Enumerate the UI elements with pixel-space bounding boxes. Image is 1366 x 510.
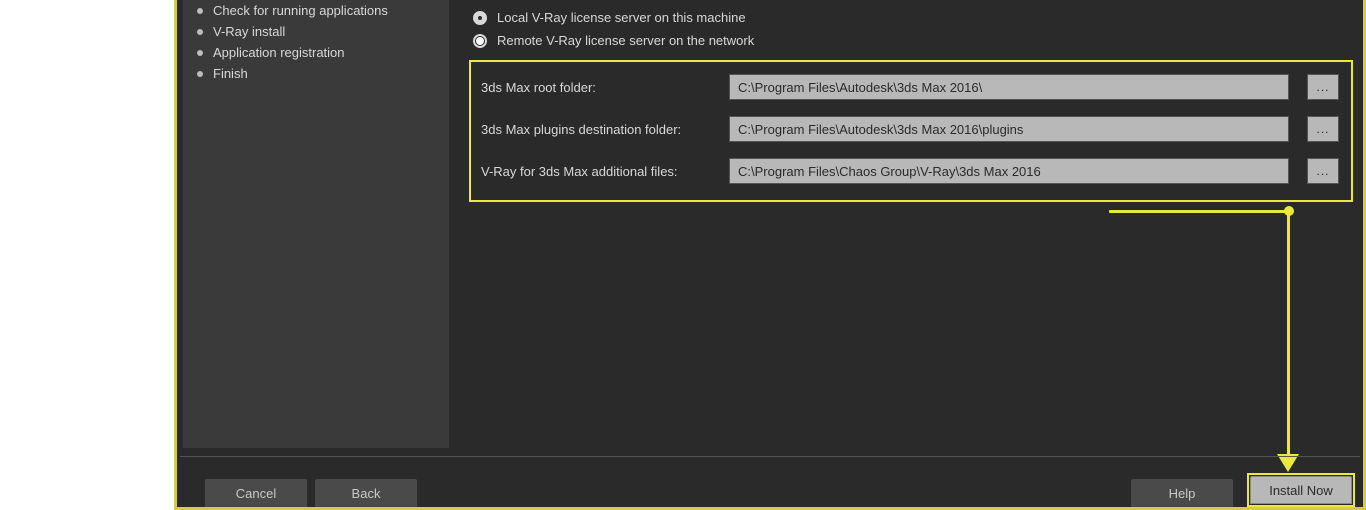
sidebar-item-finish: Finish: [183, 63, 449, 84]
sidebar-item-label: Finish: [213, 66, 248, 81]
footer-bar: Cancel Back Help Install Now: [177, 457, 1363, 507]
install-now-button[interactable]: Install Now: [1250, 476, 1352, 504]
browse-root-button[interactable]: ...: [1307, 74, 1339, 100]
sidebar-item-label: Check for running applications: [213, 3, 388, 18]
bullet-icon: [197, 71, 203, 77]
sidebar-item-label: V-Ray install: [213, 24, 285, 39]
install-highlight-box: Install Now: [1247, 473, 1355, 507]
radio-label: Remote V-Ray license server on the netwo…: [497, 33, 754, 48]
browse-plugins-button[interactable]: ...: [1307, 116, 1339, 142]
installer-window: Check for running applications V-Ray ins…: [174, 0, 1366, 510]
content-area: Check for running applications V-Ray ins…: [177, 0, 1363, 455]
sidebar-item-vray-install: V-Ray install: [183, 21, 449, 42]
sidebar-steps: Check for running applications V-Ray ins…: [183, 0, 449, 448]
annotation-arrow-vertical: [1287, 210, 1290, 458]
radio-icon: [473, 34, 487, 48]
annotation-arrow-horizontal: [1109, 210, 1287, 213]
browse-additional-button[interactable]: ...: [1307, 158, 1339, 184]
label-root-folder: 3ds Max root folder:: [481, 80, 729, 95]
radio-remote-license[interactable]: Remote V-Ray license server on the netwo…: [473, 33, 1353, 48]
input-root-folder[interactable]: [729, 74, 1289, 100]
cancel-button[interactable]: Cancel: [205, 479, 307, 507]
bullet-icon: [197, 50, 203, 56]
radio-local-license[interactable]: Local V-Ray license server on this machi…: [473, 10, 1353, 25]
label-plugins-folder: 3ds Max plugins destination folder:: [481, 122, 729, 137]
row-additional-files: V-Ray for 3ds Max additional files: ...: [481, 158, 1339, 184]
input-plugins-folder[interactable]: [729, 116, 1289, 142]
sidebar-item-app-registration: Application registration: [183, 42, 449, 63]
radio-icon-selected: [473, 11, 487, 25]
sidebar-item-label: Application registration: [213, 45, 345, 60]
license-server-group: Local V-Ray license server on this machi…: [473, 10, 1353, 48]
bullet-icon: [197, 8, 203, 14]
bullet-icon: [197, 29, 203, 35]
row-root-folder: 3ds Max root folder: ...: [481, 74, 1339, 100]
sidebar-item-check-apps: Check for running applications: [183, 0, 449, 21]
radio-label: Local V-Ray license server on this machi…: [497, 10, 746, 25]
input-additional-files[interactable]: [729, 158, 1289, 184]
main-panel: Local V-Ray license server on this machi…: [449, 0, 1363, 455]
row-plugins-folder: 3ds Max plugins destination folder: ...: [481, 116, 1339, 142]
back-button[interactable]: Back: [315, 479, 417, 507]
paths-highlight-box: 3ds Max root folder: ... 3ds Max plugins…: [469, 60, 1353, 202]
label-additional-files: V-Ray for 3ds Max additional files:: [481, 164, 729, 179]
help-button[interactable]: Help: [1131, 479, 1233, 507]
